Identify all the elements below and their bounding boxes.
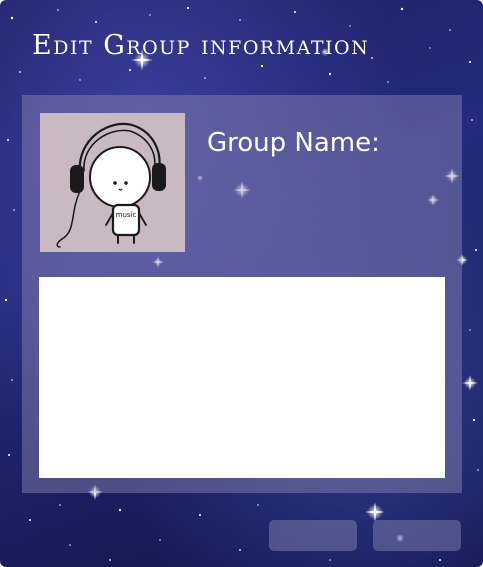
headphones-character-icon: music xyxy=(56,122,166,248)
left-action-button[interactable] xyxy=(269,520,357,551)
window-title: Edit Group information xyxy=(32,30,370,61)
group-avatar[interactable]: music xyxy=(40,113,185,252)
avatar-shirt-text: music xyxy=(116,211,137,219)
right-action-button[interactable] xyxy=(373,520,461,551)
group-description-input[interactable] xyxy=(39,277,445,478)
group-name-label: Group Name: xyxy=(207,128,380,158)
edit-group-window: Edit Group information music Group Name: xyxy=(0,0,483,567)
